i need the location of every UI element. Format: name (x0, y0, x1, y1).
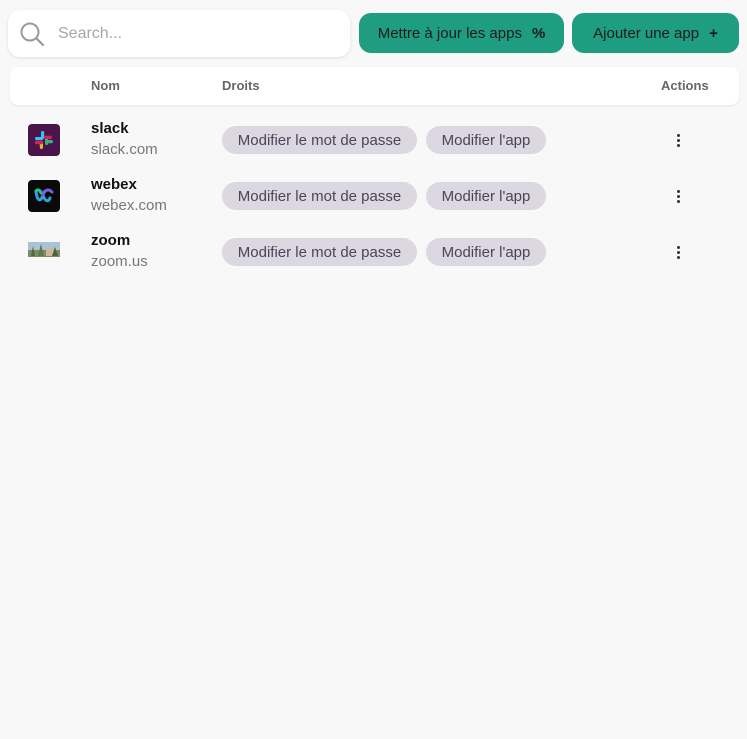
zoom-logo-icon (28, 236, 60, 268)
right-tag-edit-password[interactable]: Modifier le mot de passe (222, 182, 417, 210)
column-header-droits: Droits (222, 78, 260, 93)
right-tag-edit-password[interactable]: Modifier le mot de passe (222, 126, 417, 154)
table-row: webex webex.com Modifier le mot de passe… (10, 171, 739, 227)
table-row: zoom zoom.us Modifier le mot de passe Mo… (10, 227, 739, 283)
search-box (8, 10, 350, 57)
search-input[interactable] (56, 18, 342, 50)
app-domain: slack.com (91, 141, 158, 158)
app-name: slack (91, 120, 129, 137)
app-domain: zoom.us (91, 253, 148, 270)
percent-icon: % (531, 24, 546, 42)
add-app-button[interactable]: Ajouter une app + (572, 13, 739, 53)
update-apps-button[interactable]: Mettre à jour les apps % (359, 13, 564, 53)
right-tag-edit-app[interactable]: Modifier l'app (426, 126, 546, 154)
right-tag-edit-password[interactable]: Modifier le mot de passe (222, 238, 417, 266)
app-name: zoom (91, 232, 131, 249)
app-domain: webex.com (91, 197, 167, 214)
more-actions-icon[interactable] (668, 241, 688, 263)
toolbar: Mettre à jour les apps % Ajouter une app… (8, 10, 739, 58)
more-actions-icon[interactable] (668, 129, 688, 151)
table-header: Nom Droits Actions (10, 67, 739, 105)
column-header-actions: Actions (661, 78, 709, 93)
table-row: slack slack.com Modifier le mot de passe… (10, 115, 739, 171)
app-name: webex (91, 176, 137, 193)
search-icon (20, 22, 45, 47)
more-actions-icon[interactable] (668, 185, 688, 207)
slack-logo-icon (28, 124, 60, 156)
add-app-label: Ajouter une app (593, 24, 700, 42)
right-tag-edit-app[interactable]: Modifier l'app (426, 182, 546, 210)
column-header-nom: Nom (91, 78, 120, 93)
webex-logo-icon (28, 180, 60, 212)
update-apps-label: Mettre à jour les apps (377, 24, 522, 42)
right-tag-edit-app[interactable]: Modifier l'app (426, 238, 546, 266)
plus-icon: + (709, 24, 718, 42)
